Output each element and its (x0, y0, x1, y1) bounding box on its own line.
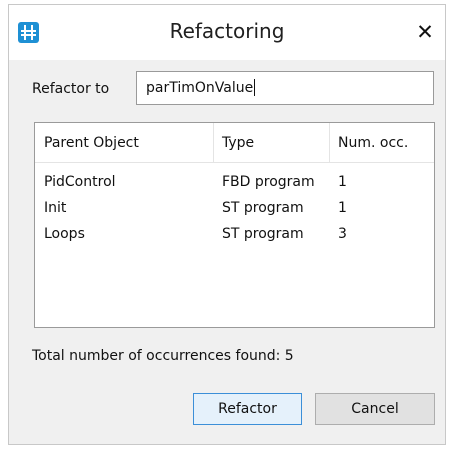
count-cell: 1 (338, 174, 347, 190)
title-bar: Refactoring ✕ (9, 5, 445, 60)
close-button[interactable]: ✕ (413, 19, 437, 45)
occurrences-list[interactable]: Parent Object Type Num. occ. PidControl … (34, 122, 435, 328)
refactor-to-label: Refactor to (32, 81, 110, 97)
text-caret (254, 78, 256, 96)
type-cell: ST program (222, 200, 304, 216)
type-cell: FBD program (222, 174, 315, 190)
table-row[interactable]: Loops ST program 3 (35, 221, 434, 247)
count-cell: 3 (338, 226, 347, 242)
close-icon: ✕ (416, 20, 434, 44)
total-occurrences-text: Total number of occurrences found: 5 (32, 348, 294, 364)
parent-object-cell: Loops (44, 226, 85, 242)
refactor-button[interactable]: Refactor (193, 393, 302, 425)
type-cell: ST program (222, 226, 304, 242)
column-divider[interactable] (213, 123, 214, 163)
refactor-to-value: parTimOnValue (146, 80, 254, 96)
refactoring-dialog: Refactoring ✕ Refactor to parTimOnValue … (8, 4, 446, 445)
column-header-parent-object[interactable]: Parent Object (44, 123, 139, 163)
refactor-to-input[interactable]: parTimOnValue (136, 71, 434, 105)
column-header-type[interactable]: Type (222, 123, 254, 163)
parent-object-cell: Init (44, 200, 67, 216)
dialog-title: Refactoring (169, 19, 285, 43)
table-row[interactable]: Init ST program 1 (35, 195, 434, 221)
column-header-num-occ[interactable]: Num. occ. (338, 123, 408, 163)
list-header: Parent Object Type Num. occ. (35, 123, 434, 163)
parent-object-cell: PidControl (44, 174, 116, 190)
column-divider[interactable] (329, 123, 330, 163)
count-cell: 1 (338, 200, 347, 216)
cancel-button[interactable]: Cancel (315, 393, 435, 425)
table-row[interactable]: PidControl FBD program 1 (35, 169, 434, 195)
